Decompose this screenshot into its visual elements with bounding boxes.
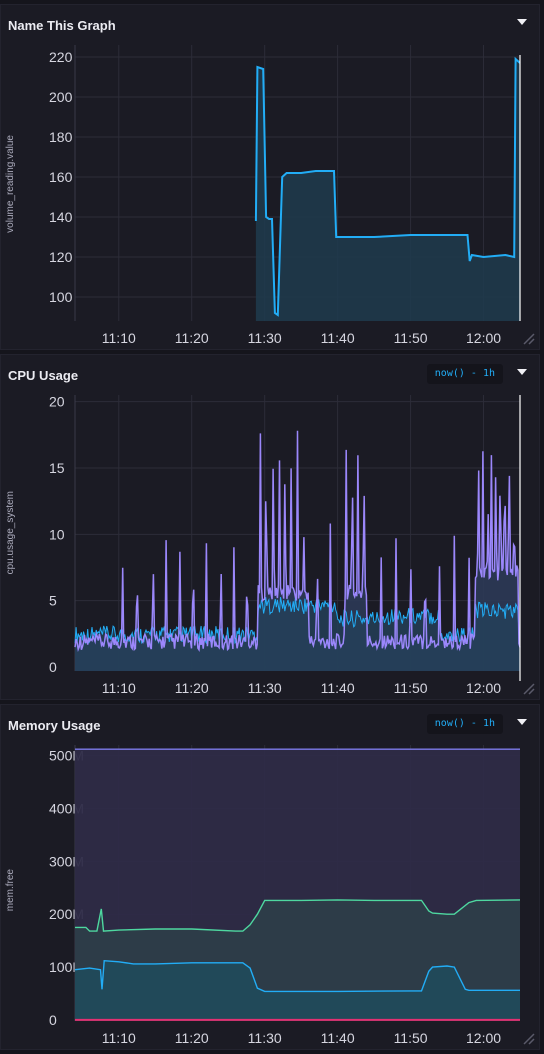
volume-chart[interactable]: 11:10 11:20 11:30 11:40 11:50 12:00 100 120 140 1…: [1, 5, 541, 351]
y-tick-label: 140: [49, 209, 73, 225]
x-tick-label: 11:50: [394, 680, 428, 696]
resize-handle-icon[interactable]: [521, 331, 535, 345]
x-tick-label: 11:50: [394, 1030, 428, 1046]
y-tick-label: 200: [49, 89, 73, 105]
x-tick-label: 12:00: [466, 680, 501, 696]
y-tick-label: 15: [49, 460, 65, 476]
x-tick-label: 11:40: [321, 1030, 355, 1046]
x-tick-label: 11:20: [175, 1030, 209, 1046]
y-tick-label: 10: [49, 526, 65, 542]
y-tick-label: 100: [49, 289, 73, 305]
x-tick-label: 11:10: [102, 330, 136, 346]
x-tick-label: 11:10: [102, 680, 136, 696]
x-tick-label: 11:30: [248, 680, 282, 696]
graph-panel-volume: Name This Graph volume_reading.value 11:…: [0, 4, 540, 350]
y-tick-label: 0: [49, 1012, 57, 1028]
y-tick-label: 5: [49, 593, 57, 609]
y-tick-label: 220: [49, 49, 73, 65]
x-tick-label: 11:40: [321, 680, 355, 696]
y-tick-label: 160: [49, 169, 73, 185]
x-tick-label: 11:40: [321, 330, 355, 346]
resize-handle-icon[interactable]: [521, 1031, 535, 1045]
y-tick-label: 180: [49, 129, 73, 145]
cpu-chart[interactable]: 11:10 11:20 11:30 11:40 11:50 12:00 0 5 10 15 20: [1, 355, 541, 701]
x-tick-label: 11:50: [394, 330, 428, 346]
memory-chart[interactable]: 11:10 11:20 11:30 11:40 11:50 12:000100M200M3…: [1, 705, 541, 1051]
graph-panel-cpu: CPU Usage now() - 1h cpu.usage_system 11…: [0, 354, 540, 700]
y-tick-label: 120: [49, 249, 73, 265]
x-tick-label: 12:00: [466, 1030, 501, 1046]
y-tick-label: 20: [49, 394, 65, 410]
x-tick-label: 12:00: [466, 330, 501, 346]
graph-panel-memory: Memory Usage now() - 1h mem.free 11:10 11…: [0, 704, 540, 1050]
y-tick-label: 0: [49, 659, 57, 675]
x-tick-label: 11:30: [248, 1030, 282, 1046]
x-tick-label: 11:10: [102, 1030, 136, 1046]
x-tick-label: 11:20: [175, 680, 209, 696]
resize-handle-icon[interactable]: [521, 681, 535, 695]
x-tick-label: 11:30: [248, 330, 282, 346]
x-tick-label: 11:20: [175, 330, 209, 346]
